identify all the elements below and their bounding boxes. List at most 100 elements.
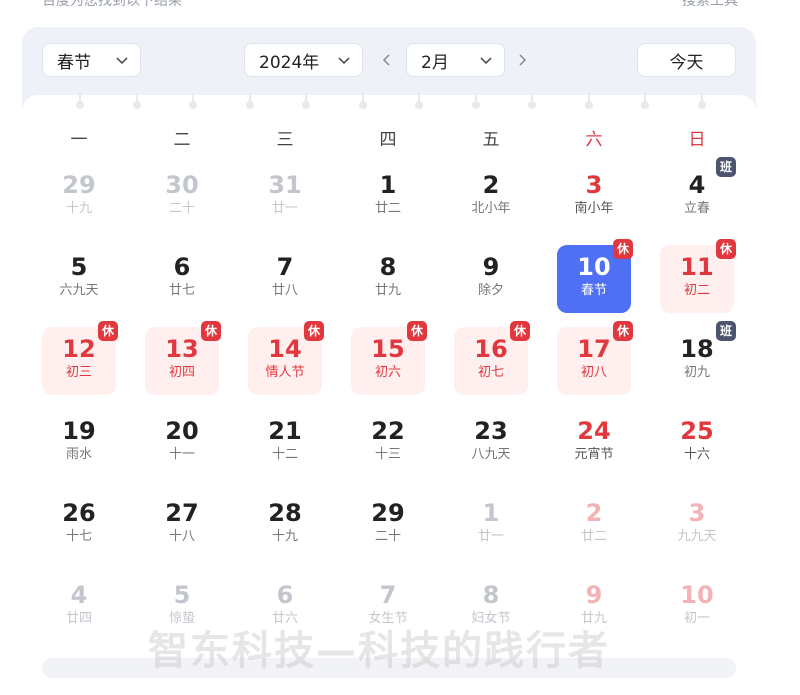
day-number: 5 — [70, 253, 88, 281]
lunar-date: 立春 — [683, 201, 710, 216]
calendar-day[interactable]: 2 北小年 — [454, 163, 528, 231]
calendar-day[interactable]: 8 廿九 — [351, 245, 425, 313]
binder-ring — [415, 101, 423, 109]
day-number: 8 — [379, 253, 397, 281]
calendar-day[interactable]: 29 十九 — [42, 163, 116, 231]
lunar-date: 元宵节 — [574, 447, 614, 462]
lunar-date: 十九 — [65, 201, 92, 216]
lunar-date: 十二 — [271, 447, 298, 462]
weekday-label: 二 — [173, 130, 191, 150]
lunar-date: 初四 — [168, 365, 195, 380]
calendar-day[interactable]: 9 除夕 — [454, 245, 528, 313]
workday-badge: 班 — [716, 157, 736, 177]
calendar-day[interactable]: 19 雨水 — [42, 409, 116, 477]
calendar-day[interactable]: 24 元宵节 — [557, 409, 631, 477]
weekday-label: 日 — [688, 130, 706, 150]
chevron-down-icon — [114, 52, 130, 68]
search-tools-link[interactable]: 搜索工具 — [682, 0, 738, 10]
binder-ring — [697, 101, 706, 109]
results-caption: 百度为您找到以下结果 — [42, 0, 182, 9]
calendar-day[interactable]: 31 廿一 — [248, 163, 322, 231]
lunar-date: 廿二 — [374, 201, 401, 216]
weekday-label: 五 — [482, 130, 500, 150]
day-number: 8 — [482, 581, 500, 609]
binder-ring — [302, 101, 310, 109]
prev-month-button[interactable] — [376, 43, 398, 77]
calendar-day[interactable]: 21 十二 — [248, 409, 322, 477]
rest-badge: 休 — [407, 321, 427, 341]
binder-ring — [471, 101, 480, 109]
weekday-label: 四 — [379, 130, 397, 150]
lunar-date: 初二 — [683, 283, 710, 298]
lunar-date: 廿一 — [477, 529, 504, 544]
lunar-date: 二十 — [374, 529, 401, 544]
calendar-day[interactable]: 15 初六休 — [351, 321, 427, 395]
calendar-day[interactable]: 28 十九 — [248, 491, 322, 559]
rest-badge: 休 — [716, 239, 736, 259]
chevron-down-icon — [478, 52, 494, 68]
calendar-day[interactable]: 12 初三休 — [42, 321, 118, 395]
year-select[interactable]: 2024年 — [244, 43, 363, 77]
calendar-day[interactable]: 1 廿二 — [351, 163, 425, 231]
today-button[interactable]: 今天 — [637, 43, 736, 77]
day-number: 21 — [268, 417, 302, 445]
binder-ring — [189, 101, 197, 109]
calendar-day[interactable]: 17 初八休 — [557, 321, 633, 395]
calendar-day[interactable]: 16 初七休 — [454, 321, 530, 395]
lunar-date: 十六 — [683, 447, 710, 462]
day-number: 9 — [585, 581, 603, 609]
festival-select-value: 春节 — [57, 52, 91, 73]
calendar-day[interactable]: 1 廿一 — [454, 491, 528, 559]
calendar-day[interactable]: 22 十三 — [351, 409, 425, 477]
day-number: 28 — [268, 499, 302, 527]
calendar-day[interactable]: 5 六九天 — [42, 245, 116, 313]
next-month-button[interactable] — [511, 43, 533, 77]
calendar-day[interactable]: 13 初四休 — [145, 321, 221, 395]
day-number: 25 — [680, 417, 714, 445]
day-number: 1 — [482, 499, 500, 527]
calendar-day[interactable]: 30 二十 — [145, 163, 219, 231]
lunar-date: 雨水 — [65, 447, 92, 462]
binder-ring — [132, 101, 141, 109]
chevron-right-icon — [519, 54, 527, 66]
calendar-day[interactable]: 20 十一 — [145, 409, 219, 477]
month-select[interactable]: 2月 — [406, 43, 505, 77]
calendar-day[interactable]: 4 廿四 — [42, 573, 116, 641]
lunar-date: 南小年 — [574, 201, 614, 216]
binder-ring — [641, 101, 649, 109]
rest-badge: 休 — [201, 321, 221, 341]
lunar-date: 北小年 — [471, 201, 511, 216]
calendar-day[interactable]: 18 初九班 — [660, 321, 736, 395]
lunar-date: 十七 — [65, 529, 92, 544]
day-number: 4 — [70, 581, 88, 609]
calendar-day-selected[interactable]: 10 春节休 — [557, 239, 633, 313]
day-number: 24 — [577, 417, 611, 445]
calendar-day[interactable]: 3 南小年 — [557, 163, 631, 231]
calendar-day[interactable]: 2 廿二 — [557, 491, 631, 559]
lunar-date: 廿一 — [271, 201, 298, 216]
calendar-day[interactable]: 26 十七 — [42, 491, 116, 559]
lunar-date: 春节 — [580, 283, 607, 298]
day-number: 26 — [62, 499, 96, 527]
lunar-date: 初八 — [580, 365, 607, 380]
binder-ring — [528, 101, 536, 109]
lunar-date: 廿四 — [65, 611, 92, 626]
day-number: 3 — [688, 499, 706, 527]
binder-ring — [358, 101, 367, 109]
calendar-day[interactable]: 6 廿七 — [145, 245, 219, 313]
calendar-day[interactable]: 29 二十 — [351, 491, 425, 559]
day-number: 27 — [165, 499, 199, 527]
calendar-day[interactable]: 27 十八 — [145, 491, 219, 559]
festival-select[interactable]: 春节 — [42, 43, 141, 77]
calendar-day[interactable]: 14 情人节休 — [248, 321, 324, 395]
day-number: 7 — [379, 581, 397, 609]
calendar-day[interactable]: 7 廿八 — [248, 245, 322, 313]
calendar-day[interactable]: 10 初一 — [660, 573, 734, 641]
calendar-day[interactable]: 4 立春班 — [660, 157, 736, 231]
calendar-day[interactable]: 3 九九天 — [660, 491, 734, 559]
calendar-day[interactable]: 23 八九天 — [454, 409, 528, 477]
calendar-widget: 春节 2024年 2月 今天 一二三四五六日 29 十九 30 二十 31 廿一… — [22, 27, 756, 695]
lunar-date: 初六 — [374, 365, 401, 380]
calendar-day[interactable]: 25 十六 — [660, 409, 734, 477]
calendar-day[interactable]: 11 初二休 — [660, 239, 736, 313]
